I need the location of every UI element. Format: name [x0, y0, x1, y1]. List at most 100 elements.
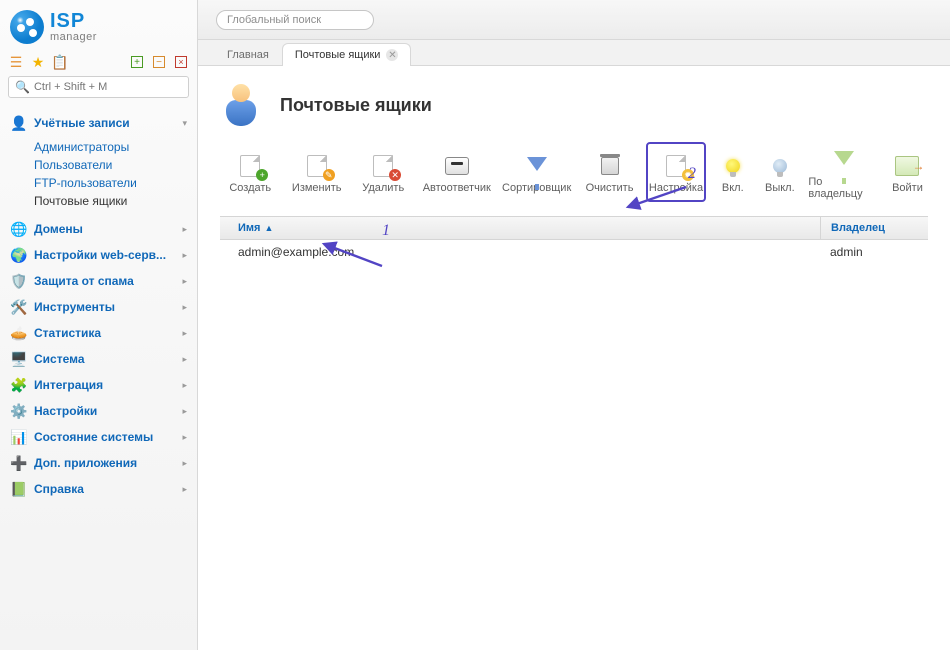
- plus-icon: +: [256, 169, 268, 181]
- edit-button[interactable]: ✎ Изменить: [286, 142, 346, 202]
- login-button[interactable]: Войти: [887, 142, 928, 202]
- nav-group-state[interactable]: 📊 Состояние системы ▸: [0, 424, 197, 450]
- bulb-off-icon: [773, 159, 787, 173]
- help-icon: 📗: [10, 481, 28, 497]
- nav-label: Инструменты: [34, 300, 178, 314]
- chevron-right-icon: ▸: [182, 432, 187, 443]
- cell-owner: admin: [820, 245, 928, 259]
- col-name-label: Имя: [238, 222, 260, 234]
- logo-text: ISP manager: [50, 11, 97, 44]
- web-icon: 🌍: [10, 247, 28, 263]
- btn-label: Очистить: [586, 182, 634, 194]
- nav-sub-users[interactable]: Пользователи: [34, 156, 197, 174]
- btn-label: Войти: [892, 182, 923, 194]
- sidebar-search-field[interactable]: 🔍: [8, 76, 189, 98]
- nav-group-addons[interactable]: ➕ Доп. приложения ▸: [0, 450, 197, 476]
- nav-sub-ftp[interactable]: FTP-пользователи: [34, 174, 197, 192]
- nav-group-stats[interactable]: 🥧 Статистика ▸: [0, 320, 197, 346]
- sorter-button[interactable]: Сортировщик: [500, 142, 573, 202]
- nav-group-domains[interactable]: 🌐 Домены ▸: [0, 216, 197, 242]
- create-button[interactable]: + Создать: [220, 142, 280, 202]
- nav-group-settings[interactable]: ⚙️ Настройки ▸: [0, 398, 197, 424]
- funnel-icon: [527, 157, 547, 171]
- mailbox-icon: [445, 157, 469, 175]
- shield-icon: 🛡️: [10, 273, 28, 289]
- toolbar-list-icon[interactable]: ☰: [8, 54, 24, 70]
- accounts-icon: 👤: [10, 115, 28, 131]
- nav-label: Справка: [34, 482, 178, 496]
- chevron-right-icon: ▸: [182, 458, 187, 469]
- side-toolbar: ☰ ★ 📋: [0, 50, 197, 76]
- chevron-right-icon: ▸: [182, 302, 187, 313]
- nav-group-web[interactable]: 🌍 Настройки web-серв... ▸: [0, 242, 197, 268]
- search-icon: 🔍: [15, 80, 30, 94]
- nav-sub-mailboxes[interactable]: Почтовые ящики: [34, 192, 197, 210]
- col-name[interactable]: Имя ▲: [220, 222, 820, 234]
- on-button[interactable]: Вкл.: [712, 142, 753, 202]
- action-toolbar: + Создать ✎ Изменить ✕ Удалить Автоответ…: [220, 142, 928, 202]
- nav-label: Доп. приложения: [34, 456, 178, 470]
- chevron-right-icon: ▸: [182, 276, 187, 287]
- tab-label: Почтовые ящики: [295, 49, 381, 61]
- table-row[interactable]: admin@example.com admin: [220, 240, 928, 264]
- nav-group-tools[interactable]: 🛠️ Инструменты ▸: [0, 294, 197, 320]
- nav-group-help[interactable]: 📗 Справка ▸: [0, 476, 197, 502]
- topbar: Глобальный поиск: [198, 0, 950, 40]
- chevron-right-icon: ▸: [182, 406, 187, 417]
- nav-label: Учётные записи: [34, 116, 178, 130]
- autoresponder-button[interactable]: Автоответчик: [419, 142, 494, 202]
- clear-button[interactable]: Очистить: [579, 142, 639, 202]
- nav-group-accounts[interactable]: 👤 Учётные записи ▾: [0, 110, 197, 136]
- logo: ISP manager: [0, 0, 197, 50]
- chevron-right-icon: ▸: [182, 328, 187, 339]
- global-search-placeholder: Глобальный поиск: [227, 14, 321, 26]
- addon-icon: ➕: [10, 455, 28, 471]
- toolbar-fav-icon[interactable]: ★: [30, 54, 46, 70]
- delete-button[interactable]: ✕ Удалить: [353, 142, 413, 202]
- toolbar-clip-icon[interactable]: 📋: [52, 54, 68, 70]
- expand-all-button[interactable]: [129, 54, 145, 70]
- nav: 👤 Учётные записи ▾ Администраторы Пользо…: [0, 104, 197, 508]
- nav-sub-admins[interactable]: Администраторы: [34, 138, 197, 156]
- nav-group-spam[interactable]: 🛡️ Защита от спама ▸: [0, 268, 197, 294]
- setup-button[interactable]: ✹ Настройка: [646, 142, 706, 202]
- logo-subtitle: manager: [50, 32, 97, 44]
- bulb-on-icon: [726, 159, 740, 173]
- sidebar-search: 🔍: [0, 76, 197, 104]
- chevron-right-icon: ▸: [182, 224, 187, 235]
- x-icon: ✕: [389, 169, 401, 181]
- sidebar: ISP manager ☰ ★ 📋 🔍 👤 Учётные записи ▾ А…: [0, 0, 198, 650]
- trash-icon: [601, 157, 619, 175]
- sidebar-search-input[interactable]: [34, 81, 182, 93]
- close-icon[interactable]: ✕: [386, 49, 398, 61]
- nav-group-integration[interactable]: 🧩 Интеграция ▸: [0, 372, 197, 398]
- btn-label: Удалить: [362, 182, 404, 194]
- global-search[interactable]: Глобальный поиск: [216, 10, 374, 30]
- btn-label: Настройка: [649, 182, 703, 194]
- collapse-all-button[interactable]: [151, 54, 167, 70]
- tab-main[interactable]: Главная: [214, 43, 282, 66]
- tab-label: Главная: [227, 49, 269, 61]
- btn-label: Выкл.: [765, 182, 795, 194]
- nav-group-system[interactable]: 🖥️ Система ▸: [0, 346, 197, 372]
- tab-mailboxes[interactable]: Почтовые ящики ✕: [282, 43, 412, 66]
- nav-label: Настройки web-серв...: [34, 248, 178, 262]
- by-owner-button[interactable]: По владельцу: [806, 142, 881, 202]
- table-header: Имя ▲ Владелец: [220, 216, 928, 240]
- nav-label: Настройки: [34, 404, 178, 418]
- btn-label: Автоответчик: [423, 182, 491, 194]
- col-owner-label: Владелец: [831, 222, 885, 234]
- col-owner[interactable]: Владелец: [820, 217, 928, 239]
- off-button[interactable]: Выкл.: [759, 142, 800, 202]
- plugin-icon: 🧩: [10, 377, 28, 393]
- cell-name: admin@example.com: [220, 245, 820, 259]
- tabstrip: Главная Почтовые ящики ✕: [198, 40, 950, 66]
- chevron-right-icon: ▸: [182, 484, 187, 495]
- sort-asc-icon: ▲: [264, 223, 273, 233]
- monitor-icon: 📊: [10, 429, 28, 445]
- stats-icon: 🥧: [10, 325, 28, 341]
- tools-icon: 🛠️: [10, 299, 28, 315]
- close-all-button[interactable]: [173, 54, 189, 70]
- chevron-right-icon: ▸: [182, 250, 187, 261]
- chevron-right-icon: ▸: [182, 380, 187, 391]
